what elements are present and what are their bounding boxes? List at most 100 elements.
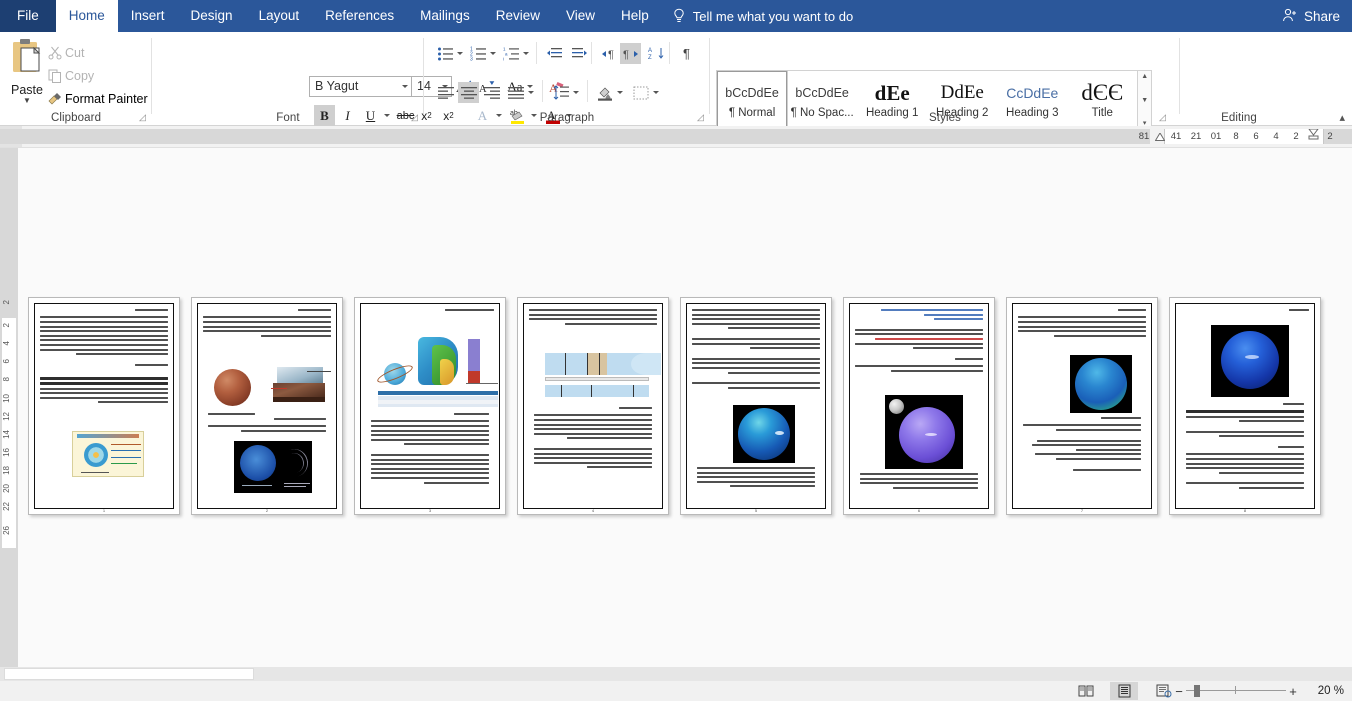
- zoom-slider[interactable]: [1186, 681, 1286, 701]
- borders-dropdown-arrow-icon[interactable]: [650, 82, 661, 103]
- show-formatting-marks-button[interactable]: ¶: [676, 43, 697, 64]
- page-border: [686, 303, 826, 509]
- ribbon-tab-view[interactable]: View: [553, 0, 608, 32]
- multilevel-list-button[interactable]: 1ai: [501, 43, 522, 64]
- page-thumbnail-7[interactable]: 7: [1006, 297, 1158, 515]
- page-thumbnail-6[interactable]: 6: [843, 297, 995, 515]
- line-spacing-dropdown-arrow-icon[interactable]: [570, 82, 581, 103]
- font-group-label: Font: [276, 112, 300, 124]
- multilevel-dropdown-arrow-icon[interactable]: [520, 43, 531, 64]
- zoom-controls[interactable]: − +: [1172, 681, 1300, 701]
- neptune-photo: [1211, 325, 1289, 397]
- bullets-dropdown-arrow-icon[interactable]: [454, 43, 465, 64]
- align-right-button[interactable]: [481, 82, 502, 103]
- copy-button[interactable]: Copy: [44, 65, 94, 87]
- font-name-combo[interactable]: B Yagut: [309, 76, 412, 97]
- horizontal-scrollbar-thumb[interactable]: [4, 668, 254, 680]
- paste-dropdown-arrow-icon[interactable]: ▼: [23, 97, 31, 105]
- font-dialog-launcher[interactable]: ◿: [409, 112, 420, 123]
- increase-indent-button[interactable]: [568, 43, 589, 64]
- page-thumbnail-1[interactable]: 1: [28, 297, 180, 515]
- page-thumbnail-2[interactable]: 2: [191, 297, 343, 515]
- line-and-paragraph-spacing-button[interactable]: [550, 82, 571, 103]
- style-preview: bCcDdEe: [795, 85, 849, 100]
- scroll-down-icon[interactable]: ▼: [1141, 96, 1148, 105]
- copy-label: Copy: [65, 69, 95, 83]
- styles-dialog-launcher[interactable]: ◿: [1157, 112, 1168, 123]
- vertical-ruler[interactable]: 2 2 4 6 8 10 12 14 16 18 20 22 26: [0, 148, 18, 675]
- zoom-out-button[interactable]: −: [1172, 684, 1186, 699]
- horizontal-scrollbar[interactable]: [0, 667, 1352, 681]
- page-thumbnail-5[interactable]: 5: [680, 297, 832, 515]
- clipboard-dialog-launcher[interactable]: ◿: [137, 112, 148, 123]
- page-border: [849, 303, 989, 509]
- font-name-value: B Yagut: [315, 79, 359, 93]
- scroll-up-icon[interactable]: ▲: [1141, 72, 1148, 81]
- zoom-slider-thumb[interactable]: [1194, 685, 1200, 697]
- v-ruler-tick: 6: [2, 359, 11, 364]
- justify-dropdown-arrow-icon[interactable]: [525, 82, 536, 103]
- style-preview: bCcDdEe: [725, 85, 779, 100]
- decrease-indent-button[interactable]: [544, 43, 565, 64]
- page-border: [1175, 303, 1315, 509]
- styles-group-label: Styles: [929, 112, 961, 124]
- svg-text:¶: ¶: [608, 49, 614, 61]
- page-thumbnail-8[interactable]: 8: [1169, 297, 1321, 515]
- horizontal-ruler[interactable]: 81 41 21 01 8 6 4 2 2: [0, 126, 1352, 148]
- ribbon-tab-mailings[interactable]: Mailings: [407, 0, 483, 32]
- paste-button[interactable]: Paste ▼: [6, 38, 48, 112]
- bullets-button[interactable]: [435, 43, 456, 64]
- v-ruler-tick: 20: [2, 484, 11, 493]
- sort-button[interactable]: AZ: [646, 43, 667, 64]
- borders-button[interactable]: [630, 82, 651, 103]
- planet-surface-photo: [214, 369, 251, 406]
- ribbon-tab-home[interactable]: Home: [55, 0, 118, 32]
- document-canvas[interactable]: 1 2 3 4 5 6 7 8: [18, 148, 1352, 675]
- share-button[interactable]: Share: [1282, 0, 1340, 32]
- align-center-button[interactable]: [458, 82, 479, 103]
- ribbon-tab-review[interactable]: Review: [483, 0, 553, 32]
- print-layout-button[interactable]: [1110, 682, 1138, 700]
- page-number: 1: [102, 508, 106, 513]
- page-thumbnail-3[interactable]: 3: [354, 297, 506, 515]
- cut-button[interactable]: Cut: [44, 42, 84, 64]
- page-border: [360, 303, 500, 509]
- tell-me-label: Tell me what you want to do: [692, 8, 854, 24]
- numbering-button[interactable]: 123: [468, 43, 489, 64]
- align-left-button[interactable]: [435, 82, 456, 103]
- first-line-indent-marker[interactable]: [1154, 132, 1166, 141]
- zoom-percentage[interactable]: 20 %: [1318, 681, 1344, 701]
- ribbon-tab-file[interactable]: File: [0, 0, 56, 32]
- paragraph-dialog-launcher[interactable]: ◿: [695, 112, 706, 123]
- page-number: 8: [1243, 508, 1247, 513]
- zoom-in-button[interactable]: +: [1286, 684, 1300, 699]
- right-to-left-text-direction-button[interactable]: ¶: [620, 43, 641, 64]
- chevron-down-icon[interactable]: [402, 85, 408, 88]
- ribbon-tab-help[interactable]: Help: [608, 0, 662, 32]
- hanging-indent-marker[interactable]: [1306, 129, 1320, 144]
- numbering-dropdown-arrow-icon[interactable]: [487, 43, 498, 64]
- format-painter-label: Format Painter: [65, 92, 148, 106]
- paste-label: Paste: [11, 83, 43, 97]
- justify-button[interactable]: [505, 82, 526, 103]
- ribbon-tab-design[interactable]: Design: [178, 0, 246, 32]
- ruler-tick: 8: [1233, 131, 1239, 142]
- ruler-tick: 4: [1273, 131, 1279, 142]
- lightbulb-icon: [672, 8, 686, 24]
- collapse-ribbon-button[interactable]: ▴: [1339, 111, 1345, 124]
- ribbon-tab-references[interactable]: References: [312, 0, 407, 32]
- page-thumbnail-4[interactable]: 4: [517, 297, 669, 515]
- ribbon-tab-insert[interactable]: Insert: [118, 0, 178, 32]
- page-number: 4: [591, 508, 595, 513]
- format-painter-button[interactable]: Format Painter: [44, 88, 148, 110]
- share-label: Share: [1303, 8, 1340, 24]
- ribbon-tab-layout[interactable]: Layout: [246, 0, 313, 32]
- left-to-right-text-direction-button[interactable]: ¶: [598, 43, 619, 64]
- page-border: [34, 303, 174, 509]
- style-preview: DdEe: [940, 81, 984, 103]
- tell-me-search[interactable]: Tell me what you want to do: [672, 0, 853, 32]
- read-mode-button[interactable]: [1072, 682, 1100, 700]
- shading-dropdown-arrow-icon[interactable]: [614, 82, 625, 103]
- style-preview: dЄЄ: [1081, 79, 1124, 105]
- shading-button[interactable]: [594, 82, 615, 103]
